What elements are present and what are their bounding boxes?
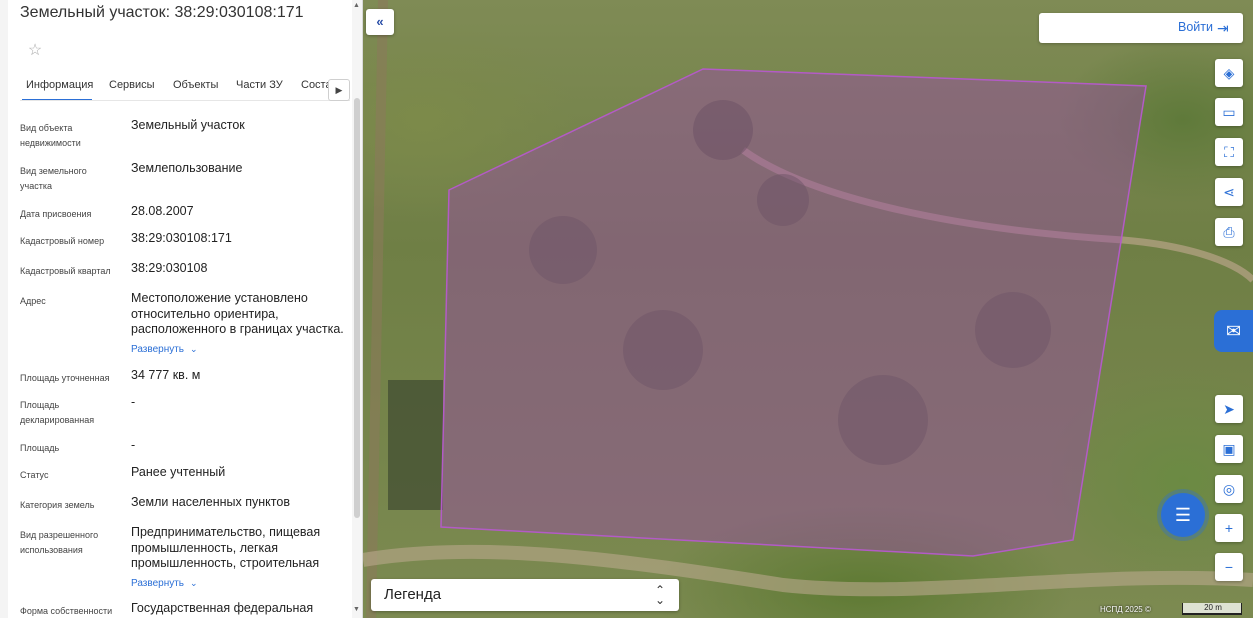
field-label: Дата присвоения <box>20 209 92 219</box>
app-window: Земельный участок: 38:29:030108:171 ☆ Ин… <box>0 0 1253 618</box>
navigate-icon[interactable]: ➤ <box>1215 395 1243 423</box>
field-label: Кадастровый квартал <box>20 266 111 276</box>
expand-label: Развернуть <box>131 344 185 355</box>
tab-composition[interactable]: Соста <box>301 79 332 91</box>
field-label: Вид земельного участка <box>20 166 87 191</box>
field-value: Ранее учтенный <box>131 465 226 479</box>
select-area-icon[interactable]: ⛶ <box>1215 138 1243 166</box>
scale-bar: 20 m <box>1182 603 1242 615</box>
feedback-icon[interactable]: ✉ <box>1214 310 1253 352</box>
map-attribution: НСПД 2025 © <box>1100 605 1151 614</box>
field-value: Землепользование <box>131 161 243 175</box>
minimap-icon[interactable]: ▣ <box>1215 435 1243 463</box>
panel-scrollbar[interactable]: ▲ ▼ <box>352 0 362 618</box>
field-label: Форма собственности <box>20 606 113 616</box>
page-title: Земельный участок: 38:29:030108:171 <box>20 4 304 21</box>
active-tab-indicator <box>22 99 92 100</box>
field-label: Вид объекта недвижимости <box>20 123 81 148</box>
share-icon[interactable]: ⋖ <box>1215 178 1243 206</box>
land-parcel-polygon[interactable] <box>440 68 1147 557</box>
login-label: Войти <box>1178 20 1213 34</box>
scroll-down-icon[interactable]: ▼ <box>353 606 360 613</box>
chevron-down-icon: ⌄ <box>190 578 198 588</box>
satellite-map[interactable] <box>363 0 1253 618</box>
info-panel: Земельный участок: 38:29:030108:171 ☆ Ин… <box>0 0 363 618</box>
field-label: Площадь декларированная <box>20 400 95 425</box>
field-label: Кадастровый номер <box>20 236 105 246</box>
tab-services[interactable]: Сервисы <box>109 79 155 91</box>
map-overlay <box>363 0 1253 618</box>
field-label: Площадь уточненная <box>20 373 110 383</box>
tab-parts[interactable]: Части ЗУ <box>236 79 283 91</box>
storage-shape <box>388 380 443 510</box>
login-button[interactable]: Войти ⇥ <box>1039 13 1243 43</box>
tab-bar: Информация Сервисы Объекты Части ЗУ Сост… <box>20 75 350 101</box>
tab-info[interactable]: Информация <box>26 79 93 91</box>
legend-label: Легенда <box>384 586 442 603</box>
field-value: Предпринимательство, пищевая промышленно… <box>131 525 321 570</box>
field-value: Государственная федеральная <box>131 601 314 615</box>
scale-label: 20 m <box>1204 603 1222 612</box>
expand-label: Развернуть <box>131 578 185 589</box>
field-label: Категория земель <box>20 500 95 510</box>
panel-edge <box>0 0 8 618</box>
field-value: Местоположение установлено относительно … <box>131 291 344 336</box>
double-chevron-left-icon[interactable]: « <box>366 9 394 35</box>
print-icon[interactable]: ⎙ <box>1215 218 1243 246</box>
login-icon: ⇥ <box>1217 20 1229 36</box>
layers-icon[interactable]: ◈ <box>1215 59 1243 87</box>
road-shape <box>366 0 388 618</box>
location-pin-icon[interactable]: ◎ <box>1215 475 1243 503</box>
chat-icon[interactable]: ☰ <box>1161 493 1205 537</box>
expand-address-link[interactable]: Развернуть ⌄ <box>131 344 198 355</box>
scroll-thumb[interactable] <box>354 98 360 518</box>
tab-objects[interactable]: Объекты <box>173 79 218 91</box>
field-value: 38:29:030108:171 <box>131 231 232 245</box>
field-value: - <box>131 438 136 452</box>
field-value: Земли населенных пунктов <box>131 495 290 509</box>
scroll-up-icon[interactable]: ▲ <box>353 2 360 9</box>
field-label: Адрес <box>20 296 46 306</box>
field-label: Вид разрешенного использования <box>20 530 99 555</box>
field-value: 34 777 кв. м <box>131 368 201 382</box>
field-value: Земельный участок <box>131 118 245 132</box>
field-value: 28.08.2007 <box>131 204 194 218</box>
zoom-out-icon[interactable]: − <box>1215 553 1243 581</box>
field-label: Площадь <box>20 443 60 453</box>
star-icon[interactable]: ☆ <box>22 40 48 62</box>
field-value: - <box>131 395 136 409</box>
legend-dropdown[interactable]: Легенда ⌃ ⌄ <box>371 579 679 611</box>
ruler-icon[interactable]: ▭ <box>1215 98 1243 126</box>
chevron-down-icon: ⌄ <box>190 344 198 354</box>
sort-arrows-icon: ⌃ ⌄ <box>654 583 665 607</box>
field-value: 38:29:030108 <box>131 261 208 275</box>
zoom-in-icon[interactable]: + <box>1215 514 1243 542</box>
field-label: Статус <box>20 470 49 480</box>
chevron-right-icon[interactable]: ▶ <box>328 79 350 101</box>
expand-use-link[interactable]: Развернуть ⌄ <box>131 578 198 589</box>
